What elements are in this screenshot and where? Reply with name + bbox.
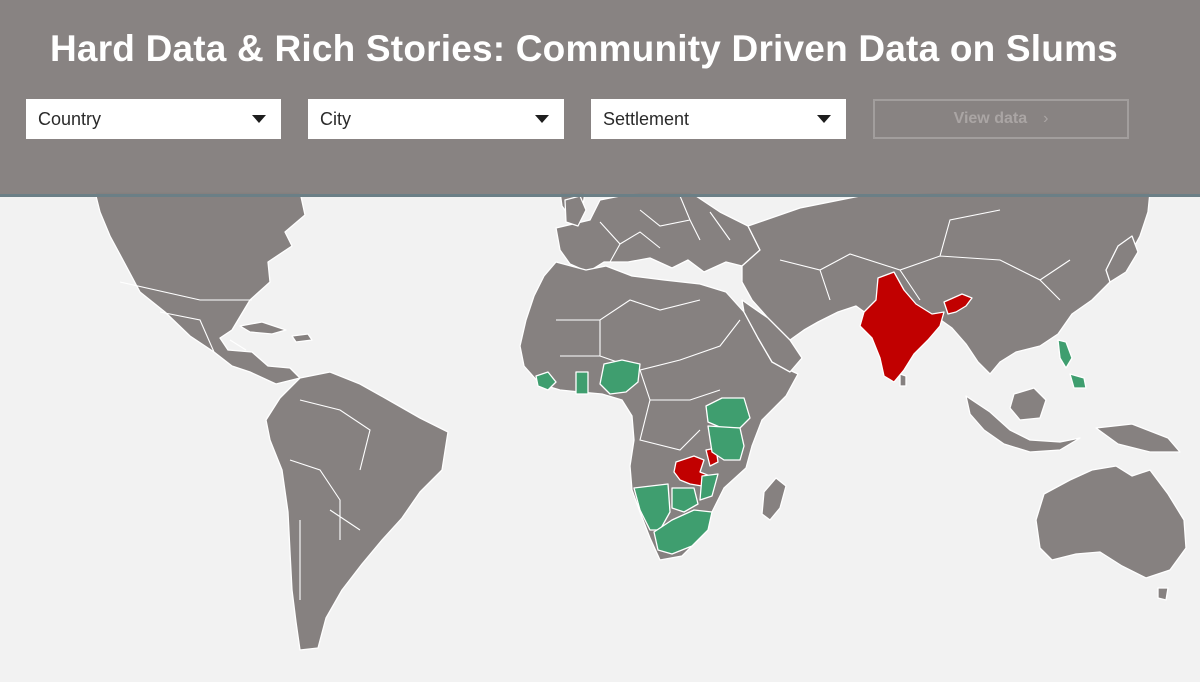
header-bar: Hard Data & Rich Stories: Community Driv… — [0, 0, 1200, 197]
philippines-south-highlight[interactable] — [1069, 373, 1087, 389]
page-title: Hard Data & Rich Stories: Community Driv… — [50, 28, 1118, 69]
cuba[interactable] — [239, 321, 287, 335]
north-america[interactable] — [94, 191, 306, 385]
ghana-highlight[interactable] — [575, 371, 589, 395]
tasmania[interactable] — [1157, 587, 1169, 601]
city-select-value: City — [320, 108, 351, 129]
settlement-select[interactable]: Settlement — [591, 99, 846, 139]
south-america[interactable] — [265, 371, 449, 651]
view-data-label: View data — [953, 110, 1028, 127]
madagascar[interactable] — [761, 477, 787, 521]
chevron-down-icon — [535, 115, 549, 123]
chevron-right-icon: › — [1043, 110, 1049, 127]
new-guinea[interactable] — [1095, 423, 1181, 453]
asia[interactable] — [741, 191, 1151, 375]
chevron-down-icon — [817, 115, 831, 123]
city-select[interactable]: City — [308, 99, 564, 139]
australia[interactable] — [1035, 465, 1187, 579]
chevron-down-icon — [252, 115, 266, 123]
country-select-value: Country — [38, 108, 102, 129]
caribbean[interactable] — [291, 333, 313, 343]
settlement-select-value: Settlement — [603, 108, 690, 129]
borneo[interactable] — [1009, 387, 1047, 421]
view-data-button[interactable]: View data › — [873, 99, 1129, 139]
uganda-kenya-highlight[interactable] — [705, 397, 751, 429]
country-select[interactable]: Country — [26, 99, 281, 139]
europe[interactable] — [555, 191, 761, 273]
philippines-highlight[interactable] — [1057, 339, 1073, 369]
sri-lanka[interactable] — [899, 373, 907, 387]
